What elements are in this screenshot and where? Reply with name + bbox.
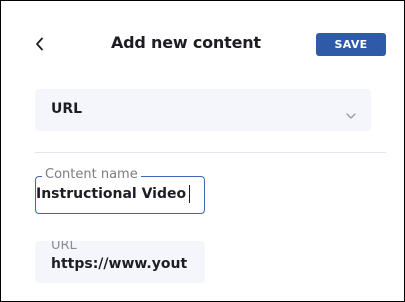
url-field[interactable]: URL https://www.yout (35, 241, 205, 283)
text-caret (189, 185, 190, 203)
back-button[interactable] (29, 31, 51, 57)
panel-header: Add new content SAVE (1, 29, 404, 59)
content-type-value: URL (51, 101, 83, 117)
content-name-field[interactable]: Content name Instructional Video (35, 167, 205, 214)
content-name-input[interactable]: Instructional Video (36, 186, 202, 202)
content-type-select[interactable]: URL (35, 89, 371, 131)
divider (35, 152, 386, 153)
page-title: Add new content (111, 33, 261, 52)
save-button[interactable]: SAVE (316, 33, 386, 56)
content-name-label: Content name (42, 167, 141, 183)
add-content-panel: Add new content SAVE URL Content name In… (0, 0, 405, 302)
chevron-left-icon (35, 37, 45, 51)
url-label: URL (51, 241, 77, 253)
chevron-down-icon (345, 105, 357, 124)
url-value[interactable]: https://www.yout (51, 256, 201, 272)
content-name-value: Instructional Video (36, 186, 187, 202)
